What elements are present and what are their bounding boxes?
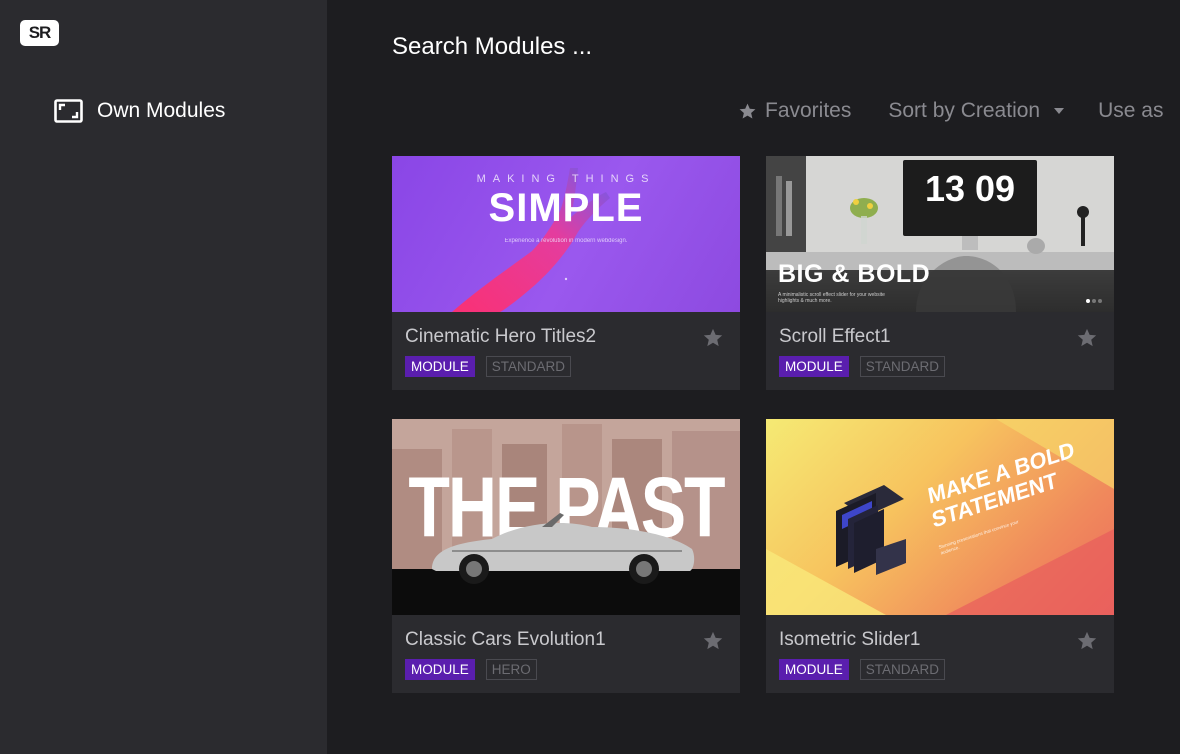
tag-list: MODULE STANDARD (405, 356, 582, 377)
tag-type: STANDARD (485, 356, 572, 377)
sidebar-item-own-modules[interactable]: Own Modules (54, 97, 225, 125)
module-thumbnail: THE PAST (392, 419, 740, 615)
favorites-label: Favorites (765, 99, 852, 122)
tag-type: STANDARD (859, 356, 946, 377)
main-content: Favorites Sort by Creation Use as (327, 0, 1180, 754)
favorite-star-icon[interactable] (1076, 630, 1098, 652)
tag-module: MODULE (779, 659, 849, 680)
thumb-subtext: Experience a revolution in modern webdes… (504, 238, 628, 244)
toolbar: Favorites Sort by Creation Use as (738, 97, 1163, 125)
search-input[interactable] (392, 31, 952, 63)
car-illustration (432, 513, 695, 584)
favorite-star-icon[interactable] (1076, 327, 1098, 349)
tag-type: STANDARD (859, 659, 946, 680)
thumb-headline: BIG & BOLD (778, 260, 931, 288)
card-footer: Classic Cars Evolution1 MODULE HERO (392, 615, 740, 693)
module-thumbnail: MAKE A BOLD STATEMENT Stunning presentat… (766, 419, 1114, 615)
module-thumbnail: MAKING THINGS SIMPLE Experience a revolu… (392, 156, 740, 312)
modules-icon (54, 99, 83, 123)
thumb-subtext: A minimalistic scroll effect slider for … (778, 292, 885, 304)
tag-module: MODULE (405, 659, 475, 680)
tag-list: MODULE STANDARD (779, 356, 956, 377)
module-title: Classic Cars Evolution1 (405, 629, 606, 650)
caret-down-icon (1054, 108, 1065, 114)
thumb-headline: SIMPLE (488, 186, 644, 230)
module-card[interactable]: 13 09 BIG & BOLD A minimalistic scroll e… (766, 156, 1114, 390)
use-as-label: Use as (1098, 99, 1164, 122)
module-title: Cinematic Hero Titles2 (405, 326, 597, 347)
tag-list: MODULE HERO (405, 659, 548, 680)
favorite-star-icon[interactable] (702, 630, 724, 652)
module-card[interactable]: MAKING THINGS SIMPLE Experience a revolu… (392, 156, 740, 390)
module-thumbnail: 13 09 BIG & BOLD A minimalistic scroll e… (766, 156, 1114, 312)
module-title: Scroll Effect1 (779, 326, 891, 347)
module-card[interactable]: THE PAST Classic Cars Evolution1 MODULE … (392, 419, 740, 693)
card-footer: Scroll Effect1 MODULE STANDARD (766, 312, 1114, 390)
star-icon (739, 103, 756, 119)
tag-module: MODULE (779, 356, 849, 377)
favorite-star-icon[interactable] (702, 327, 724, 349)
sort-label: Sort by Creation (888, 99, 1041, 122)
module-title: Isometric Slider1 (779, 629, 921, 650)
logo: SR (20, 20, 59, 46)
card-footer: Cinematic Hero Titles2 MODULE STANDARD (392, 312, 740, 390)
favorites-filter-button[interactable]: Favorites (738, 99, 851, 123)
sidebar: SR Own Modules (0, 0, 327, 754)
module-card[interactable]: MAKE A BOLD STATEMENT Stunning presentat… (766, 419, 1114, 693)
sidebar-item-label: Own Modules (97, 99, 226, 122)
thumb-kicker: MAKING THINGS (476, 173, 656, 185)
sort-dropdown[interactable]: Sort by Creation (888, 99, 1065, 123)
use-as-dropdown[interactable]: Use as (1098, 99, 1163, 123)
tag-list: MODULE STANDARD (779, 659, 956, 680)
card-footer: Isometric Slider1 MODULE STANDARD (766, 615, 1114, 693)
thumb-clock: 13 09 (924, 168, 1016, 209)
tag-module: MODULE (405, 356, 475, 377)
tag-type: HERO (485, 659, 537, 680)
